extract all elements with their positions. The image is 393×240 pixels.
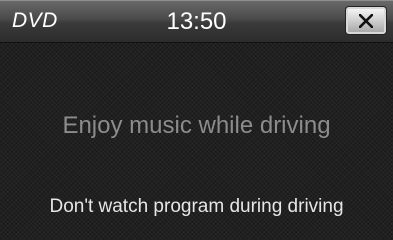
music-message: Enjoy music while driving: [62, 112, 331, 139]
clock: 13:50: [166, 8, 227, 35]
top-bar: DVD 13:50: [0, 0, 393, 43]
close-button[interactable]: [346, 7, 386, 34]
close-icon: [359, 14, 373, 28]
driving-warning: Don't watch program during driving: [49, 196, 344, 217]
